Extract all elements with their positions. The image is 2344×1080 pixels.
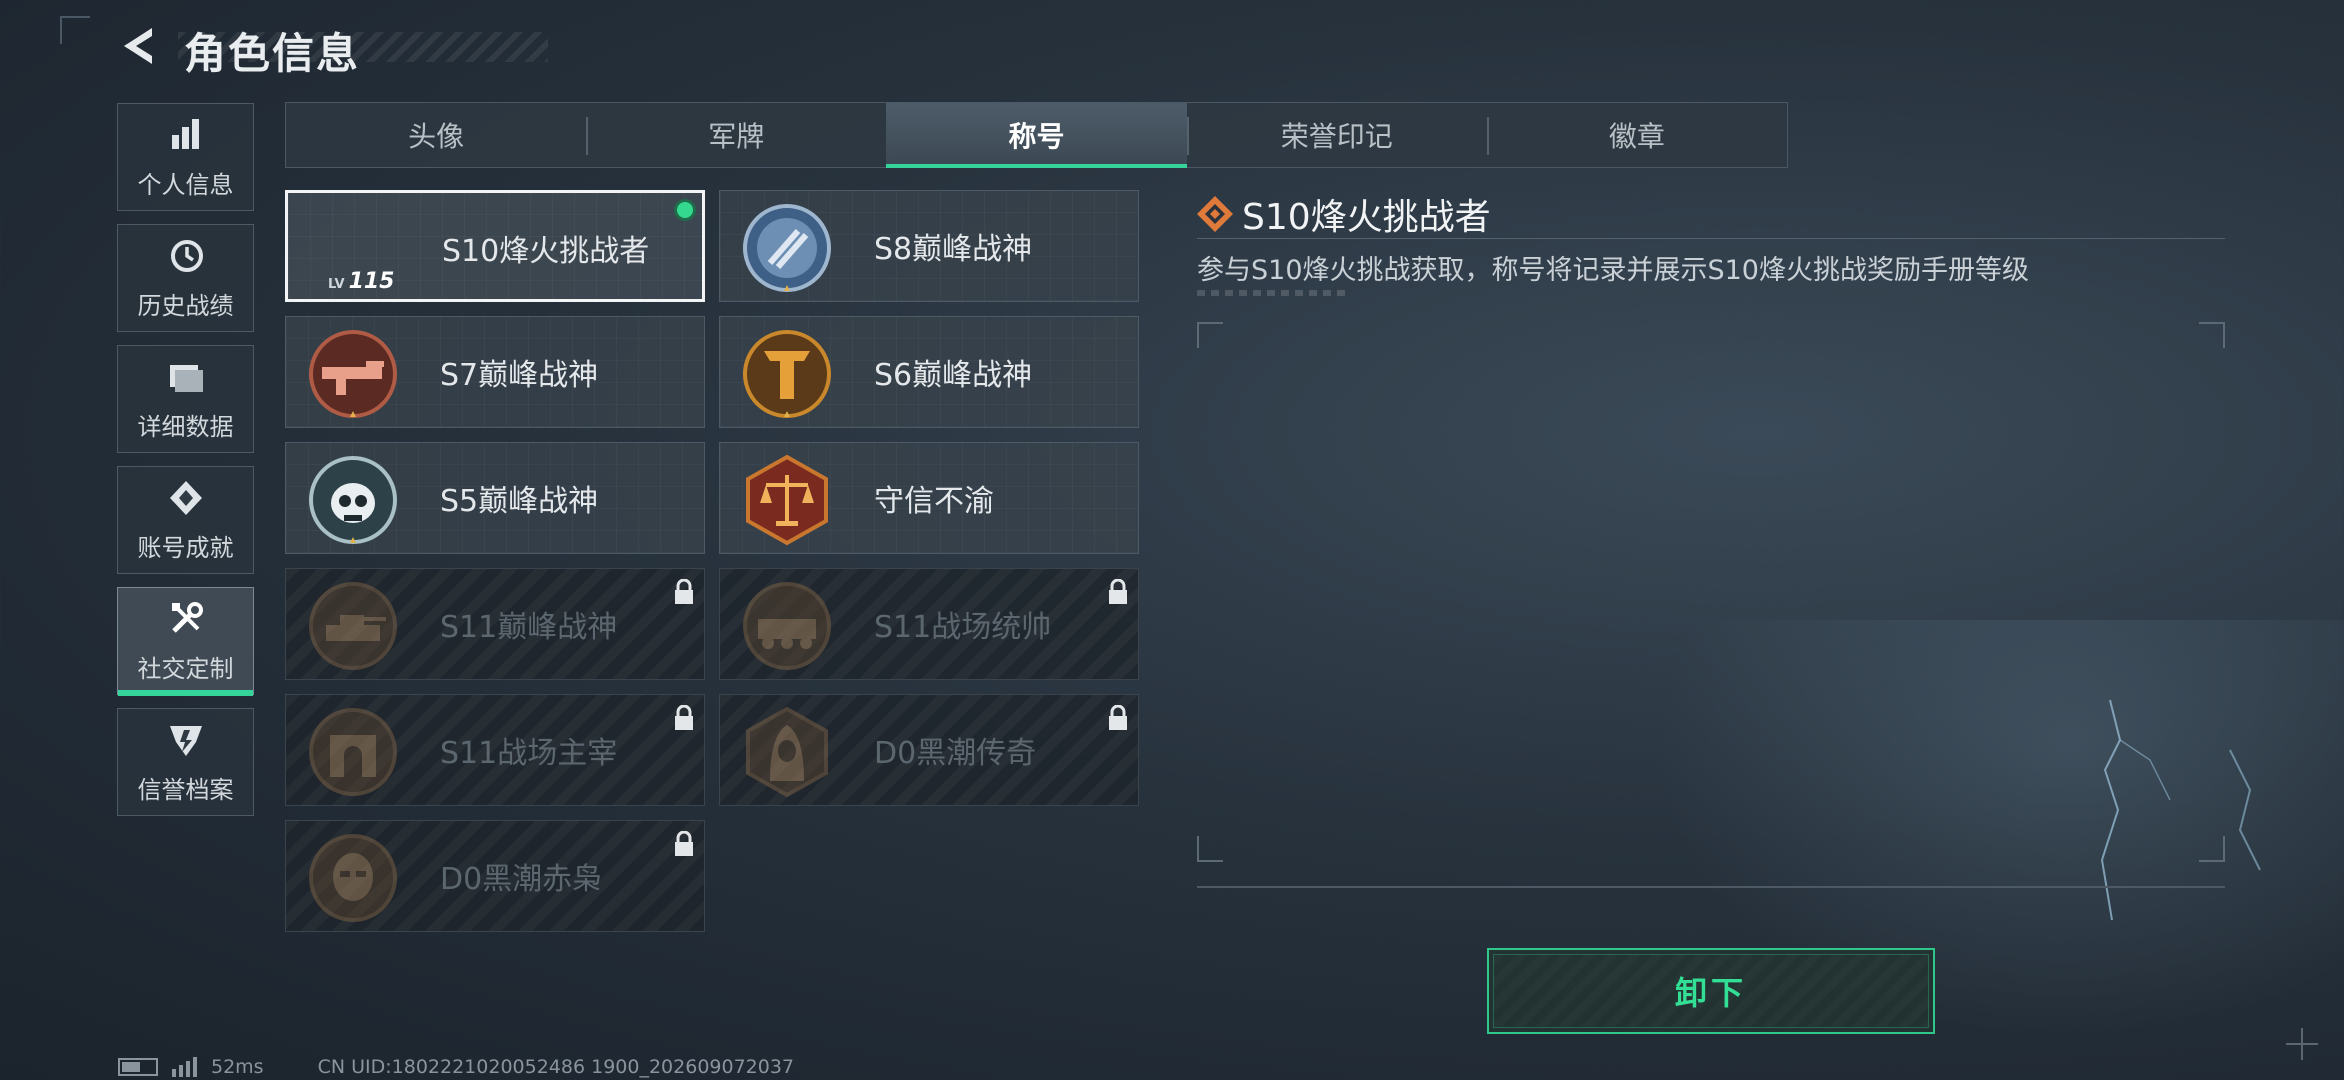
tab-bar: 头像 军牌 称号 荣誉印记 徽章 [285,102,1788,168]
level-tag: LV 115 [328,269,395,294]
frame-corner [2199,322,2225,348]
title-card-locked[interactable]: D0黑潮赤枭 [285,820,705,932]
title-card-locked[interactable]: S11战场统帅 [719,568,1139,680]
preview-frame [1197,322,2225,862]
frame-corner [1197,836,1223,862]
title-card[interactable]: 守信不渝 [719,442,1139,554]
title-card-locked[interactable]: S11战场主宰 [285,694,705,806]
folder-icon [169,364,203,392]
title-card[interactable]: S6巅峰战神 [719,316,1139,428]
skull-badge-icon [309,456,397,544]
title-label: D0黑潮传奇 [874,736,1037,771]
arch-badge-icon [309,708,397,796]
title-label: S11战场主宰 [440,736,618,771]
lock-icon [675,831,693,856]
detail-description: 参与S10烽火挑战获取，称号将记录并展示S10烽火挑战奖励手册等级 [1197,255,2029,286]
ping-value: 52ms [211,1056,264,1078]
title-label: 守信不渝 [874,484,994,519]
tab-honor-mark[interactable]: 荣誉印记 [1186,103,1487,167]
lock-icon [1109,579,1127,604]
sidebar-item-label: 历史战绩 [137,291,234,320]
reputation-icon [169,725,202,756]
sidebar-item-profile[interactable]: 个人信息 [117,103,254,211]
sidebar-item-social-custom[interactable]: 社交定制 [117,587,254,696]
page-title: 角色信息 [184,29,361,78]
back-arrow-icon[interactable] [118,24,162,68]
tab-title[interactable]: 称号 [886,103,1187,168]
sidebar-item-label: 个人信息 [137,170,234,199]
level-prefix: LV [328,277,345,292]
uid-text: CN UID:1802221020052486 1900_20260907203… [317,1056,795,1078]
battery-icon [118,1058,158,1076]
title-label: S8巅峰战神 [874,232,1033,267]
unequip-label: 卸下 [1674,974,1747,1012]
title-card[interactable]: S7巅峰战神 [285,316,705,428]
lock-icon [675,579,693,604]
hooded-badge-icon [746,706,828,798]
blue-shield-badge-icon [743,204,831,292]
sidebar-item-label: 账号成就 [137,533,234,562]
sidebar-item-achievements[interactable]: 账号成就 [117,466,254,574]
title-label: S5巅峰战神 [440,484,599,519]
vehicle-badge-icon [743,582,831,670]
title-card-locked[interactable]: D0黑潮传奇 [719,694,1139,806]
title-card-equipped[interactable]: LV 115 S10烽火挑战者 [285,190,705,302]
tab-badge[interactable]: 徽章 [1486,103,1787,167]
tank-badge-icon [309,582,397,670]
sidebar-item-label: 信誉档案 [137,775,234,804]
achievement-icon [169,480,202,515]
lock-icon [1109,705,1127,730]
bar-chart-icon [171,118,199,149]
gold-t-badge-icon [743,330,831,418]
sidebar-item-history[interactable]: 历史战绩 [117,224,254,332]
frame-corner [2199,836,2225,862]
sidebar-item-label: 社交定制 [137,654,234,683]
title-card[interactable]: S8巅峰战神 [719,190,1139,302]
lock-icon [675,705,693,730]
description-decoration [1197,290,1347,296]
detail-title: S10烽火挑战者 [1242,197,1491,238]
title-diamond-icon [1197,196,1233,232]
title-label: D0黑潮赤枭 [440,862,603,897]
level-value: 115 [348,269,395,294]
tab-dog-tag[interactable]: 军牌 [586,103,886,167]
tools-icon [171,601,203,633]
unequip-button[interactable]: 卸下 [1487,948,1935,1034]
divider [1197,238,2225,239]
title-label: S11战场统帅 [874,610,1052,645]
sidebar-item-details[interactable]: 详细数据 [117,345,254,453]
rifle-badge-icon [309,330,397,418]
divider [1197,886,2225,888]
sidebar-item-reputation[interactable]: 信誉档案 [117,708,254,816]
sidebar: 个人信息 历史战绩 详细数据 账号成就 社交定制 信誉档案 [117,103,254,829]
title-card[interactable]: S5巅峰战神 [285,442,705,554]
title-label: S7巅峰战神 [440,358,599,393]
title-label: S10烽火挑战者 [442,234,650,269]
tab-avatar[interactable]: 头像 [286,103,586,167]
title-label: S6巅峰战神 [874,358,1033,393]
frame-corner [60,16,90,44]
crosshair-icon [2286,1028,2318,1060]
equipped-indicator [674,199,696,221]
sidebar-item-label: 详细数据 [137,412,234,441]
title-card-locked[interactable]: S11巅峰战神 [285,568,705,680]
history-icon [170,239,203,272]
title-label: S11巅峰战神 [440,610,618,645]
scales-badge-icon [746,454,828,546]
mask-badge-icon [309,834,397,922]
signal-icon [172,1057,197,1077]
frame-corner [1197,322,1223,348]
status-bar: 52ms CN UID:1802221020052486 1900_202609… [118,1054,794,1080]
